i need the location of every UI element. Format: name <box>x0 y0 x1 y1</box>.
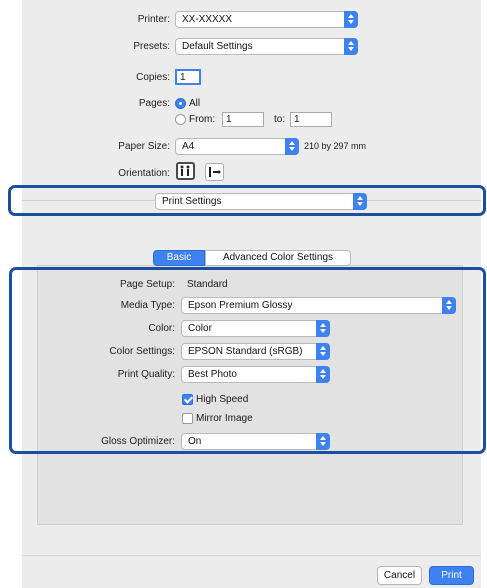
landscape-person-icon <box>209 167 221 177</box>
pages-label: Pages: <box>138 98 170 109</box>
paper-size-label: Paper Size: <box>118 141 170 152</box>
popup-arrows-icon <box>344 11 358 28</box>
presets-label: Presets: <box>133 41 170 52</box>
printer-value: XX-XXXXX <box>182 14 233 25</box>
section-menu-highlight <box>8 185 486 216</box>
pages-all-radio[interactable] <box>175 98 186 109</box>
copies-field[interactable]: 1 <box>175 69 201 85</box>
printer-popup[interactable]: XX-XXXXX <box>175 11 358 28</box>
paper-size-dimensions: 210 by 297 mm <box>304 141 367 151</box>
portrait-person-icon <box>180 165 190 176</box>
orientation-portrait-button[interactable] <box>176 162 195 180</box>
pages-to-field[interactable]: 1 <box>290 112 332 127</box>
orientation-landscape-button[interactable] <box>205 163 224 181</box>
copies-label: Copies: <box>136 72 170 83</box>
popup-arrows-icon <box>344 38 358 55</box>
presets-value: Default Settings <box>182 41 253 52</box>
pages-from-radio[interactable] <box>175 114 186 125</box>
print-button[interactable]: Print <box>429 566 474 585</box>
pages-to-label: to: <box>274 114 286 125</box>
tab-basic[interactable]: Basic <box>153 250 205 266</box>
tab-advanced-color-settings[interactable]: Advanced Color Settings <box>205 250 351 266</box>
pages-from-label: From: <box>189 114 216 125</box>
presets-popup[interactable]: Default Settings <box>175 38 358 55</box>
paper-size-value: A4 <box>182 141 195 152</box>
popup-arrows-icon <box>285 138 299 155</box>
pages-from-field[interactable]: 1 <box>222 112 264 127</box>
cancel-button[interactable]: Cancel <box>377 566 422 585</box>
orientation-label: Orientation: <box>118 168 170 179</box>
basic-settings-highlight <box>9 267 486 454</box>
pages-all-label: All <box>189 98 201 109</box>
paper-size-popup[interactable]: A4 <box>175 138 299 155</box>
printer-label: Printer: <box>137 14 170 25</box>
